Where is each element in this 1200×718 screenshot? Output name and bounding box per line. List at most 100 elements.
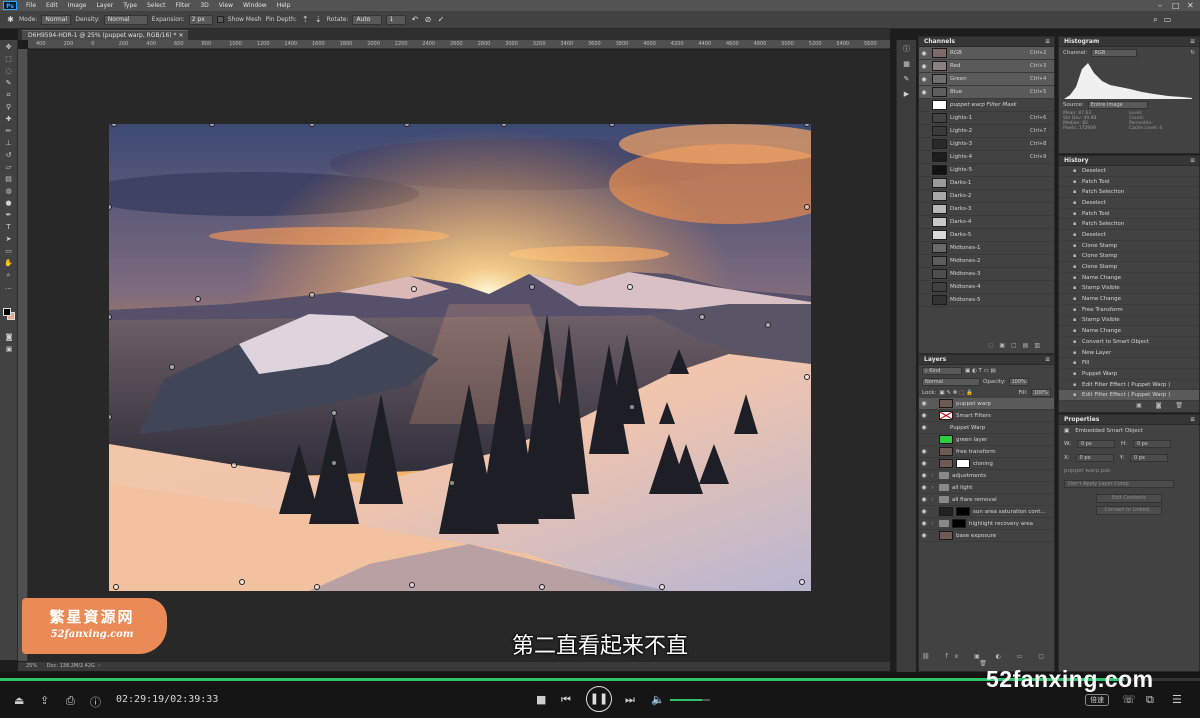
gradient-tool-icon[interactable]: ▤ bbox=[2, 174, 16, 184]
menu-edit[interactable]: Edit bbox=[41, 2, 63, 9]
type-tool-icon[interactable]: T bbox=[2, 222, 16, 232]
history-item[interactable]: ▪ Deselect bbox=[1059, 198, 1199, 209]
channel-row[interactable]: ◉ Blue Ctrl+5 bbox=[919, 86, 1054, 99]
channel-row[interactable]: ◉ RGB Ctrl+2 bbox=[919, 47, 1054, 60]
pin-depth-down-icon[interactable]: ⇣ bbox=[314, 15, 323, 24]
ruler-vertical[interactable] bbox=[18, 49, 28, 661]
layer-mask-thumbnail[interactable] bbox=[956, 507, 970, 516]
status-arrow-icon[interactable]: › bbox=[97, 663, 100, 669]
layer-row[interactable]: ◉ puppet warp bbox=[919, 398, 1054, 410]
channel-row[interactable]: Darks-1 bbox=[919, 177, 1054, 190]
channel-row[interactable]: puppet warp Filter Mask bbox=[919, 99, 1054, 112]
visibility-eye-icon[interactable]: ◉ bbox=[919, 460, 929, 467]
puppet-warp-tool-icon[interactable]: ✱ bbox=[6, 15, 15, 24]
visibility-eye-icon[interactable]: ◉ bbox=[919, 412, 929, 419]
quick-select-tool-icon[interactable]: ✎ bbox=[2, 78, 16, 88]
warp-pin[interactable] bbox=[411, 286, 417, 292]
history-item[interactable]: ▪ Edit Filter Effect ( Puppet Warp ) bbox=[1059, 390, 1199, 402]
history-item[interactable]: ▪ Name Change bbox=[1059, 294, 1199, 305]
visibility-eye-icon[interactable]: ◉ bbox=[919, 424, 929, 431]
panel-menu-icon[interactable]: ≡ bbox=[1190, 156, 1195, 166]
panel-menu-icon[interactable]: ≡ bbox=[1190, 37, 1195, 47]
expand-arrow-icon[interactable]: › bbox=[929, 497, 936, 503]
warp-pin[interactable] bbox=[231, 462, 237, 468]
history-item[interactable]: ▪ Free Transform bbox=[1059, 305, 1199, 316]
screenshot-icon[interactable]: ⎙ bbox=[66, 694, 75, 708]
visibility-eye-icon[interactable]: ◉ bbox=[919, 496, 929, 503]
channel-row[interactable]: Darks-3 bbox=[919, 203, 1054, 216]
more-tools-icon[interactable]: … bbox=[2, 282, 16, 292]
warp-pin[interactable] bbox=[799, 579, 805, 585]
foreground-color-swatch[interactable] bbox=[3, 308, 11, 316]
history-item[interactable]: ▪ Patch Selection bbox=[1059, 219, 1199, 231]
eyedropper-tool-icon[interactable]: ⚲ bbox=[2, 102, 16, 112]
warp-pin[interactable] bbox=[239, 579, 245, 585]
layer-mask-thumbnail[interactable] bbox=[952, 519, 966, 528]
channel-row[interactable]: Midtones-2 bbox=[919, 255, 1054, 268]
marquee-tool-icon[interactable]: ⬚ bbox=[2, 54, 16, 64]
histogram-panel-title[interactable]: Histogram ≡ bbox=[1059, 37, 1199, 47]
history-item[interactable]: ▪ Patch Tool bbox=[1059, 209, 1199, 220]
expand-arrow-icon[interactable]: › bbox=[929, 485, 936, 491]
export-icon[interactable]: ⇪ bbox=[40, 694, 49, 707]
speed-button[interactable]: 倍速 bbox=[1085, 694, 1109, 706]
layer-thumbnail[interactable] bbox=[939, 447, 953, 456]
visibility-eye-icon[interactable]: ◉ bbox=[919, 448, 929, 455]
visibility-eye-icon[interactable]: ◉ bbox=[919, 400, 929, 407]
pin-depth-up-icon[interactable]: ⇡ bbox=[301, 15, 310, 24]
layer-row[interactable]: ◉ › all flare removal bbox=[919, 494, 1054, 506]
layer-thumbnail[interactable] bbox=[939, 507, 953, 516]
layer-thumbnail[interactable] bbox=[939, 459, 953, 468]
menu-image[interactable]: Image bbox=[63, 2, 92, 9]
layer-row[interactable]: ◉ Smart Filters bbox=[919, 410, 1054, 422]
menu-filter[interactable]: Filter bbox=[171, 2, 196, 9]
history-item[interactable]: ▪ Patch Selection bbox=[1059, 187, 1199, 199]
visibility-eye-icon[interactable]: ◉ bbox=[919, 472, 929, 479]
blur-tool-icon[interactable]: ◍ bbox=[2, 186, 16, 196]
lasso-tool-icon[interactable]: ◌ bbox=[2, 66, 16, 76]
channel-row[interactable]: Lights-2 Ctrl+7 bbox=[919, 125, 1054, 138]
convert-to-linked-button[interactable]: Convert to Linked... bbox=[1096, 506, 1162, 515]
layers-panel-title[interactable]: Layers ≡ bbox=[919, 355, 1054, 365]
layer-thumbnail[interactable] bbox=[939, 399, 953, 408]
channel-row[interactable]: Midtones-1 bbox=[919, 242, 1054, 255]
history-item[interactable]: ▪ Name Change bbox=[1059, 273, 1199, 284]
hand-tool-icon[interactable]: ✋ bbox=[2, 258, 16, 268]
zoom-tool-icon[interactable]: ⌕ bbox=[2, 270, 16, 280]
next-icon[interactable]: ⏭ bbox=[625, 693, 635, 707]
fill-input[interactable]: 100% bbox=[1030, 388, 1051, 397]
layer-row[interactable]: ◉ › adjustments bbox=[919, 470, 1054, 482]
menu-view[interactable]: View bbox=[214, 2, 238, 9]
panel-menu-icon[interactable]: ≡ bbox=[1045, 355, 1050, 365]
history-item[interactable]: ▪ Puppet Warp bbox=[1059, 369, 1199, 380]
rotate-angle-input[interactable]: 1 bbox=[386, 14, 407, 25]
expansion-input[interactable]: 2 px bbox=[188, 14, 213, 25]
workspace-icon[interactable]: ▭ bbox=[1163, 15, 1172, 24]
warp-pin[interactable] bbox=[804, 374, 810, 380]
warp-pin[interactable] bbox=[659, 584, 665, 590]
window-icon[interactable]: ⧉ bbox=[1146, 693, 1154, 707]
path-selection-tool-icon[interactable]: ➤ bbox=[2, 234, 16, 244]
channel-row[interactable]: Darks-4 bbox=[919, 216, 1054, 229]
reset-icon[interactable]: ↶ bbox=[410, 15, 419, 24]
quick-mask-icon[interactable]: ◙ bbox=[2, 332, 16, 342]
eject-icon[interactable]: ⏏ bbox=[14, 694, 24, 707]
menu-file[interactable]: File bbox=[21, 2, 41, 9]
close-tab-icon[interactable]: ✕ bbox=[178, 32, 183, 39]
warp-pin[interactable] bbox=[331, 460, 337, 466]
stop-icon[interactable]: ■ bbox=[536, 693, 546, 706]
visibility-eye-icon[interactable]: ◉ bbox=[919, 532, 929, 539]
layer-thumbnail[interactable] bbox=[939, 435, 953, 444]
history-item[interactable]: ▪ Edit Filter Effect ( Puppet Warp ) bbox=[1059, 380, 1199, 391]
channel-row[interactable]: Lights-4 Ctrl+9 bbox=[919, 151, 1054, 164]
ruler-horizontal[interactable]: 400 200 0 200 400 600 800 1000 1200 1400 1600 1800 2… bbox=[28, 40, 890, 49]
pause-button[interactable]: ❚❚ bbox=[586, 686, 612, 712]
channel-row[interactable]: ◉ Green Ctrl+4 bbox=[919, 73, 1054, 86]
clone-stamp-tool-icon[interactable]: ⊥ bbox=[2, 138, 16, 148]
x-field[interactable]: 0 px bbox=[1075, 454, 1114, 462]
crop-tool-icon[interactable]: ⌗ bbox=[2, 90, 16, 100]
menu-type[interactable]: Type bbox=[118, 2, 142, 9]
filter-icons[interactable]: ▣ ◐ T ▭ ▤ bbox=[965, 368, 996, 374]
history-item[interactable]: ▪ Deselect bbox=[1059, 230, 1199, 241]
panel-menu-icon[interactable]: ≡ bbox=[1190, 415, 1195, 425]
